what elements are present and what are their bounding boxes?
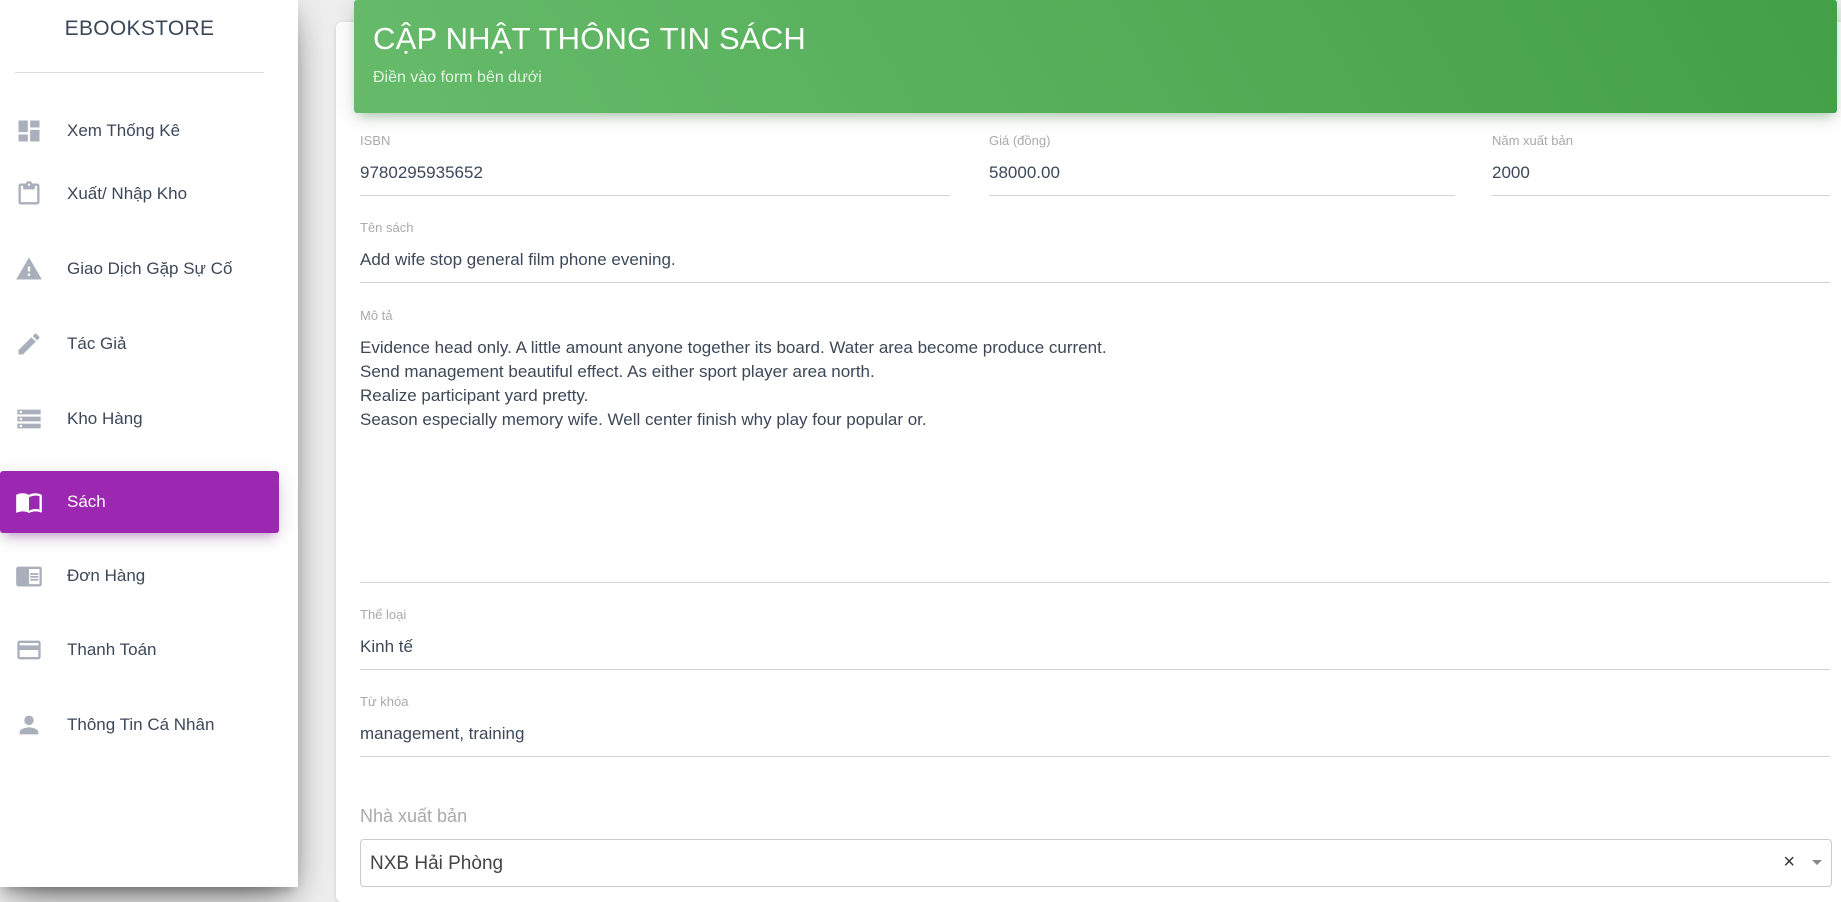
isbn-input[interactable]: 9780295935652: [360, 163, 483, 183]
sidebar-item-orders[interactable]: Đơn Hàng: [0, 545, 279, 607]
price-field[interactable]: Giá (đồng) 58000.00: [989, 133, 1455, 196]
publisher-selected-value: NXB Hải Phòng: [370, 853, 504, 874]
sidebar-item-label: Tác Giả: [67, 334, 127, 353]
price-label: Giá (đồng): [989, 133, 1051, 148]
price-input[interactable]: 58000.00: [989, 163, 1060, 183]
book-icon: [14, 487, 44, 517]
sidebar-item-label: Xuất/ Nhập Kho: [67, 184, 188, 203]
title-underline: [360, 282, 1830, 283]
sidebar-item-label: Sách: [67, 492, 106, 511]
sidebar-item-profile[interactable]: Thông Tin Cá Nhân: [0, 694, 279, 756]
keywords-input[interactable]: management, training: [360, 724, 524, 744]
pencil-icon: [14, 329, 44, 359]
sidebar-item-failed-transactions[interactable]: Giao Dịch Gặp Sự Cố: [0, 238, 279, 300]
brand-logo[interactable]: EBOOKSTORE: [15, 0, 264, 73]
year-underline: [1492, 195, 1830, 196]
category-field[interactable]: Thể loại Kinh tế: [360, 607, 1830, 670]
isbn-field[interactable]: ISBN 9780295935652: [360, 133, 950, 196]
chevron-down-icon[interactable]: [1812, 860, 1822, 865]
sidebar-item-label: Giao Dịch Gặp Sự Cố: [67, 259, 233, 278]
clear-icon[interactable]: ×: [1783, 852, 1795, 872]
description-label: Mô tả: [360, 308, 393, 323]
description-textarea[interactable]: Evidence head only. A little amount anyo…: [360, 336, 1107, 432]
clipboard-icon: [14, 179, 44, 209]
category-input[interactable]: Kinh tế: [360, 637, 413, 657]
sidebar-item-label: Thông Tin Cá Nhân: [67, 715, 215, 734]
dashboard-icon: [14, 116, 44, 146]
title-label: Tên sách: [360, 220, 414, 235]
description-line: Realize participant yard pretty.: [360, 386, 589, 405]
isbn-underline: [360, 195, 950, 196]
chrome-reader-icon: [14, 561, 44, 591]
sidebar-item-warehouse-io[interactable]: Xuất/ Nhập Kho: [0, 163, 279, 225]
page-subtitle: Điền vào form bên dưới: [373, 69, 542, 86]
sidebar-item-books[interactable]: Sách: [0, 471, 279, 533]
person-icon: [14, 710, 44, 740]
sidebar-item-label: Đơn Hàng: [67, 566, 146, 585]
publisher-select[interactable]: NXB Hải Phòng ×: [360, 839, 1832, 887]
title-field[interactable]: Tên sách Add wife stop general film phon…: [360, 220, 1830, 283]
sidebar-item-authors[interactable]: Tác Giả: [0, 313, 279, 375]
sidebar-item-label: Xem Thống Kê: [67, 121, 181, 140]
price-underline: [989, 195, 1455, 196]
category-underline: [360, 669, 1830, 670]
year-field[interactable]: Năm xuất bản 2000: [1492, 133, 1830, 196]
sidebar-item-label: Thanh Toán: [67, 640, 157, 659]
isbn-label: ISBN: [360, 133, 391, 148]
category-label: Thể loại: [360, 607, 407, 622]
title-input[interactable]: Add wife stop general film phone evening…: [360, 250, 676, 270]
sidebar-item-payments[interactable]: Thanh Toán: [0, 619, 279, 681]
description-field[interactable]: Mô tả Evidence head only. A little amoun…: [360, 308, 1830, 583]
keywords-label: Từ khóa: [360, 694, 409, 709]
credit-card-icon: [14, 635, 44, 665]
storage-icon: [14, 404, 44, 434]
sidebar: EBOOKSTORE Xem Thống Kê Xuất/ Nhập Kho G…: [0, 0, 298, 887]
keywords-underline: [360, 756, 1830, 757]
sidebar-item-statistics[interactable]: Xem Thống Kê: [0, 100, 279, 162]
publisher-label: Nhà xuất bản: [360, 806, 468, 826]
description-underline: [360, 582, 1830, 583]
warning-icon: [14, 254, 44, 284]
card-header: CẬP NHẬT THÔNG TIN SÁCH Điền vào form bê…: [354, 0, 1837, 113]
page-title: CẬP NHẬT THÔNG TIN SÁCH: [373, 21, 806, 56]
year-label: Năm xuất bản: [1492, 133, 1573, 148]
sidebar-item-label: Kho Hàng: [67, 409, 143, 428]
sidebar-item-inventory[interactable]: Kho Hàng: [0, 388, 279, 450]
description-line: Send management beautiful effect. As eit…: [360, 362, 875, 381]
description-line: Evidence head only. A little amount anyo…: [360, 338, 1107, 357]
description-line: Season especially memory wife. Well cent…: [360, 410, 927, 429]
year-input[interactable]: 2000: [1492, 163, 1530, 183]
keywords-field[interactable]: Từ khóa management, training: [360, 694, 1830, 757]
